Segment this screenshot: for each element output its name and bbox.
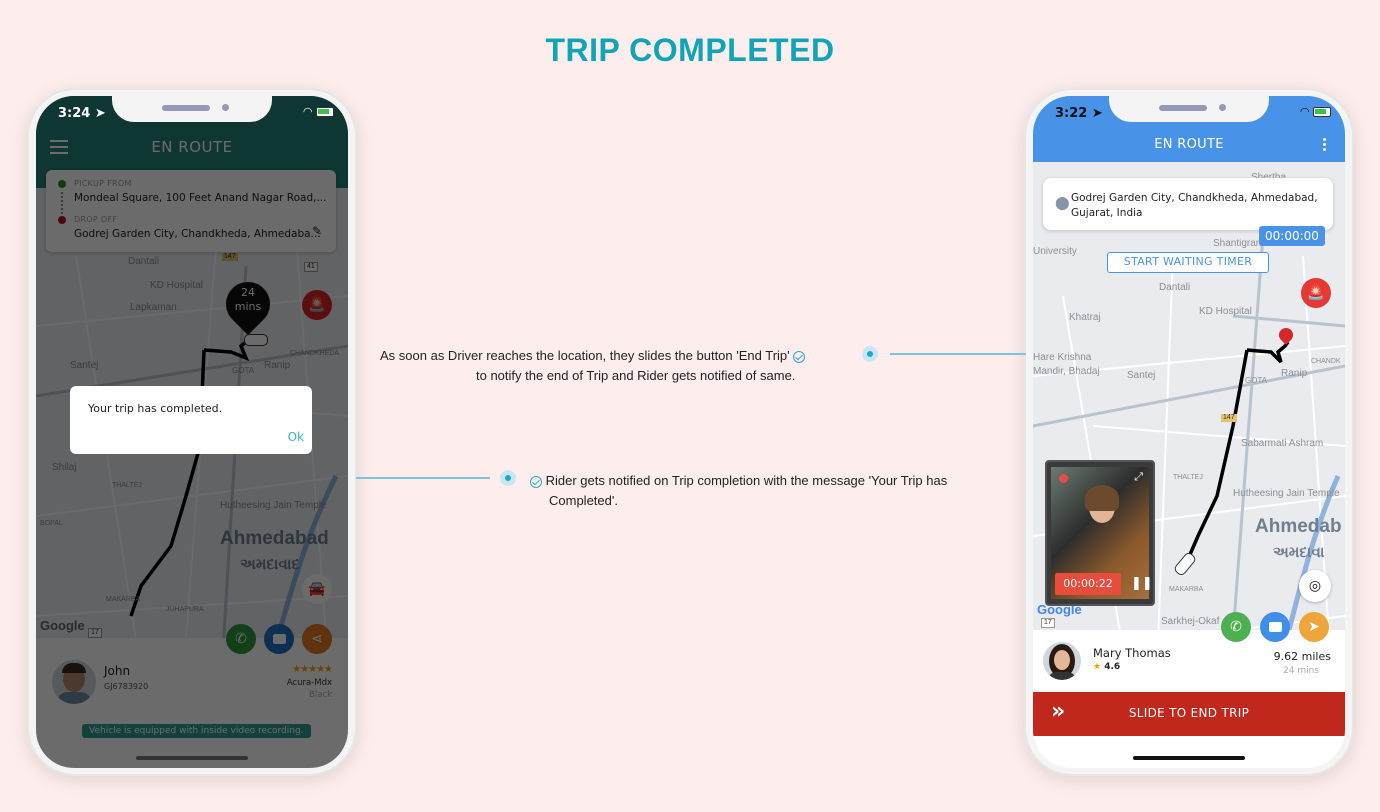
trip-duration: 24 mins	[1283, 666, 1319, 676]
home-indicator	[1133, 756, 1245, 760]
home-indicator	[136, 756, 248, 760]
waiting-timer-badge: 00:00:00	[1259, 226, 1325, 246]
recording-dot-icon	[1059, 474, 1068, 483]
status-icons: ◠	[1301, 105, 1331, 118]
road-shield: 17	[1041, 618, 1055, 629]
map-label: CHANDK	[1311, 358, 1341, 365]
wifi-icon: ◠	[1300, 105, 1309, 118]
slide-to-end-trip-button[interactable]: » SLIDE TO END TRIP	[1033, 692, 1345, 736]
destination-card: ⬤ Godrej Garden City, Chandkheda, Ahmeda…	[1043, 178, 1333, 230]
location-pin-icon: ⬤	[1055, 196, 1070, 211]
map-label: Shantigram	[1213, 238, 1265, 249]
map-label: Hare Krishna	[1033, 352, 1092, 363]
dialog-message: Your trip has completed.	[88, 402, 223, 415]
driver-callout: As soon as Driver reaches the location, …	[380, 346, 830, 386]
phone-notch	[1109, 96, 1269, 122]
destination-address: Godrej Garden City, Chandkheda, Ahmedaba…	[1071, 192, 1318, 219]
status-time: 3:24 ➤	[58, 106, 106, 121]
callout-connector-line	[890, 353, 1026, 355]
trip-distance: 9.62 miles	[1273, 650, 1331, 663]
driver-callout-line2: to notify the end of Trip and Rider gets…	[476, 368, 796, 384]
phone-icon: ✆	[1230, 619, 1242, 635]
rider-phone: Dantali KD Hospital Lapkaman CHANDKHEDA …	[27, 88, 357, 776]
phone-notch	[112, 96, 272, 122]
location-arrow-icon: ➤	[1091, 106, 1103, 121]
rider-callout-line1: Rider gets notified on Trip completion w…	[545, 473, 948, 488]
page-title: TRIP COMPLETED	[545, 32, 835, 68]
driver-callout-line1: As soon as Driver reaches the location, …	[380, 348, 790, 363]
battery-icon	[316, 106, 334, 117]
map-label: KD Hospital	[1199, 306, 1252, 317]
status-time: 3:22 ➤	[1055, 106, 1103, 121]
map-label: Ranip	[1281, 368, 1308, 379]
recording-timer: 00:00:22	[1055, 573, 1121, 595]
navigate-button[interactable]: ➤	[1299, 612, 1329, 642]
chat-button[interactable]	[1260, 612, 1290, 642]
slide-label: SLIDE TO END TRIP	[1128, 706, 1250, 720]
driver-header-title: EN ROUTE	[1154, 137, 1224, 152]
map-city-label: Ahmedab	[1255, 516, 1342, 537]
rider-callout-line2: Completed'.	[549, 493, 618, 509]
star-icon: ★	[1093, 662, 1102, 672]
map-label: Mandir, Bhadaj	[1033, 366, 1100, 377]
video-recording-preview[interactable]: ⤢ 00:00:22 ❚❚	[1045, 460, 1155, 606]
wifi-icon: ◠	[303, 105, 312, 118]
navigation-arrow-icon: ➤	[1308, 619, 1320, 635]
map-label: Dantali	[1159, 282, 1191, 293]
rider-rating: ★ 4.6	[1093, 662, 1121, 672]
status-icons: ◠	[304, 105, 334, 118]
location-arrow-icon: ➤	[94, 106, 106, 121]
map-label: Hutheesing Jain Temple	[1233, 488, 1340, 499]
driver-phone: Shertha Shantigram University Dantali KD…	[1024, 88, 1354, 776]
trip-completed-dialog: Your trip has completed. Ok	[70, 386, 312, 454]
map-label: THALTEJ	[1173, 474, 1203, 481]
driver-screen: Shertha Shantigram University Dantali KD…	[1033, 96, 1345, 768]
check-circle-icon	[793, 350, 806, 363]
recenter-location-button[interactable]: ◎	[1299, 570, 1331, 602]
map-label: MAKARBA	[1169, 586, 1204, 593]
map-label: Santej	[1127, 370, 1156, 381]
rider-screen: Dantali KD Hospital Lapkaman CHANDKHEDA …	[36, 96, 348, 768]
battery-icon	[1313, 106, 1331, 117]
map-city-label-gujarati: અમદાવા	[1273, 544, 1325, 561]
expand-icon[interactable]: ⤢	[1134, 470, 1143, 484]
callout-connector-line	[356, 477, 490, 479]
map-label: Khatraj	[1069, 312, 1101, 323]
map-label: University	[1033, 246, 1077, 257]
check-circle-icon	[530, 475, 542, 488]
sos-alarm-button[interactable]: 🚨	[1301, 278, 1331, 308]
rider-name: Mary Thomas	[1093, 646, 1171, 660]
callout-bullet-icon	[862, 346, 878, 362]
map-label: GOTA	[1245, 376, 1268, 385]
map-label: Sabarmati Ashram	[1241, 438, 1324, 449]
more-options-icon[interactable]	[1323, 138, 1327, 153]
start-waiting-timer-button[interactable]: START WAITING TIMER	[1107, 252, 1269, 273]
call-button[interactable]: ✆	[1221, 612, 1251, 642]
crosshair-icon: ◎	[1308, 578, 1322, 594]
map-label: Sarkhej-Okaf	[1161, 616, 1220, 627]
rider-info-panel: Mary Thomas ★ 4.6 9.62 miles 24 mins » S…	[1033, 630, 1345, 768]
callout-bullet-icon	[500, 470, 516, 486]
rider-avatar	[1043, 642, 1081, 680]
dialog-ok-button[interactable]: Ok	[288, 430, 304, 444]
rider-callout: Rider gets notified on Trip completion w…	[530, 471, 1000, 511]
pause-icon[interactable]: ❚❚	[1131, 576, 1153, 591]
road-shield: 147	[1221, 414, 1237, 423]
chat-bubble-icon	[1268, 622, 1282, 632]
